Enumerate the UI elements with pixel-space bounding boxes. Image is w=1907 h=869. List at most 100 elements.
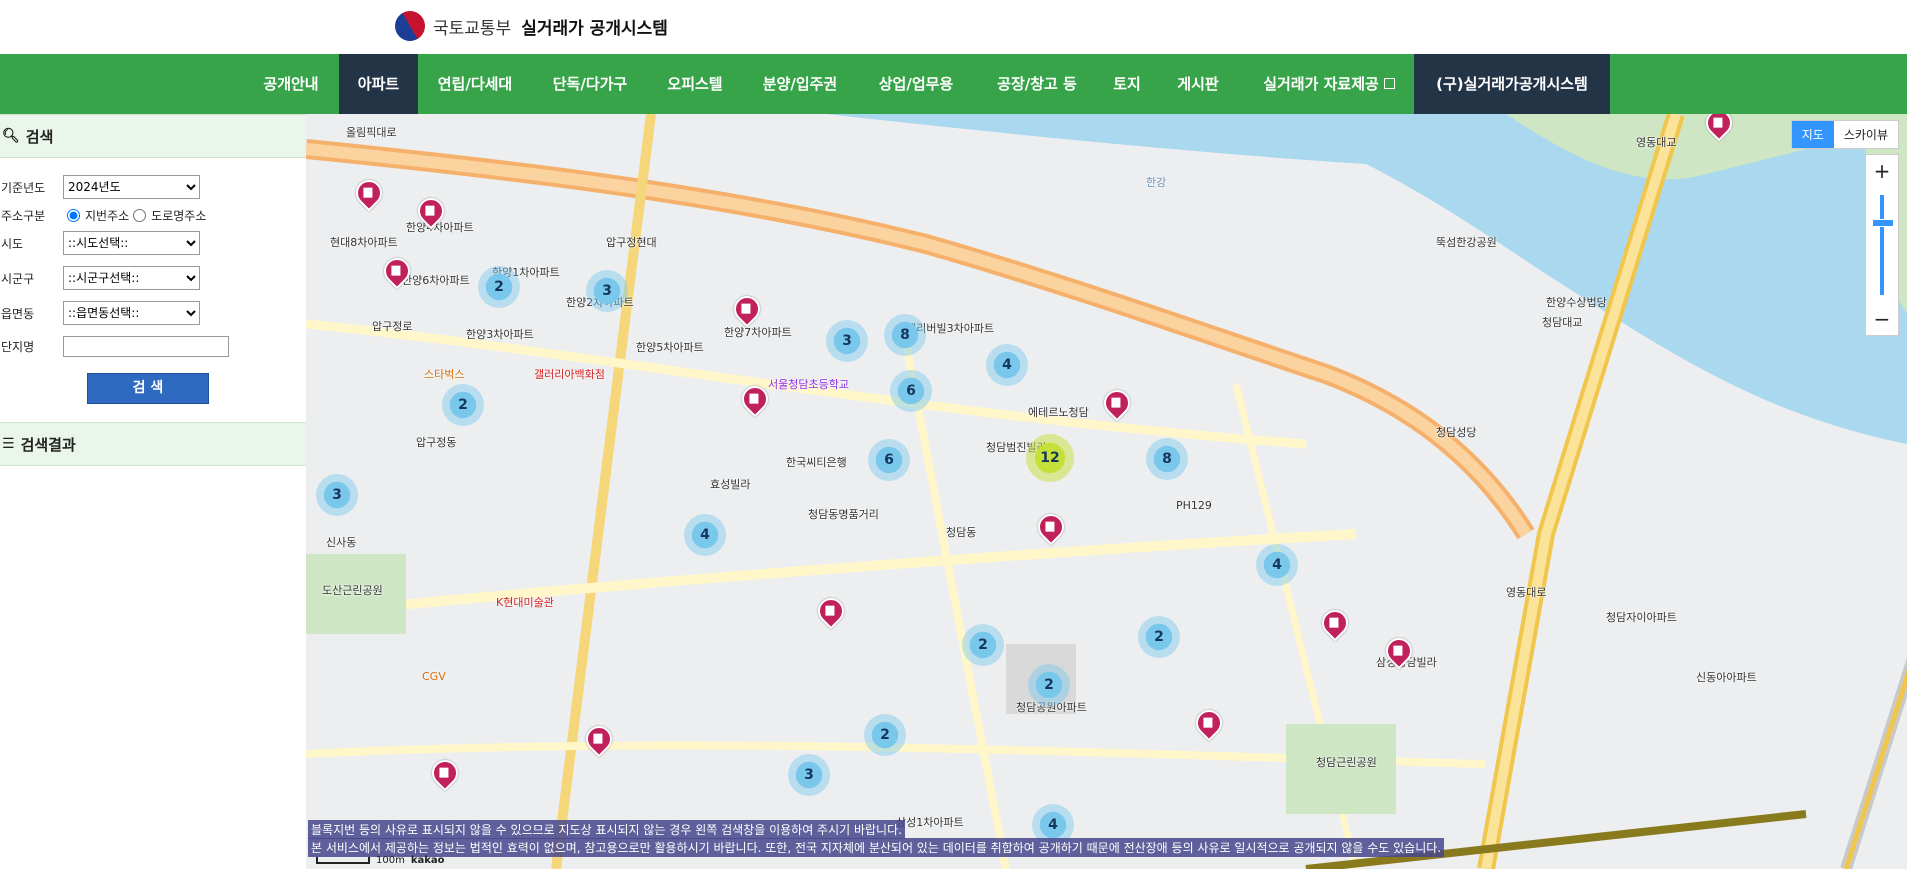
road-label: 올림픽대로 bbox=[346, 126, 397, 139]
dong-label: 읍면동 bbox=[1, 306, 35, 321]
place-label: 현대8차아파트 bbox=[330, 236, 398, 249]
park-label: 청담근린공원 bbox=[1316, 756, 1377, 769]
zoom-track[interactable] bbox=[1880, 195, 1884, 295]
cluster-marker[interactable]: 2 bbox=[1028, 664, 1070, 706]
map-view[interactable]: 올림픽대로 압구정로 압구정현대 현대8차아파트 한양4차아파트 한양6차아파트… bbox=[306, 114, 1907, 869]
search-sidebar: 🔍︎ 검색 기준년도 2024년도 주소구분 지번주소 도로명주소 시도 ::시… bbox=[0, 114, 307, 869]
map-type-toggle: 지도 스카이뷰 bbox=[1790, 120, 1899, 149]
map-notice-disclaimer: 본 서비스에서 제공하는 정보는 법적인 효력이 없으며, 참고용으로만 활용하… bbox=[308, 838, 1445, 857]
nav-item-presale[interactable]: 분양/입주권 bbox=[750, 54, 850, 114]
nav-item-land[interactable]: 토지 bbox=[1104, 54, 1150, 114]
store-label: 갤러리아백화점 bbox=[534, 368, 605, 381]
nav-item-officetel[interactable]: 오피스텔 bbox=[655, 54, 735, 114]
cluster-marker[interactable]: 3 bbox=[586, 270, 628, 312]
nav-item-old-system[interactable]: (구)실거래가공개시스템 bbox=[1414, 54, 1610, 114]
nav-item-house[interactable]: 단독/다가구 bbox=[540, 54, 640, 114]
address-type-label: 주소구분 bbox=[1, 208, 46, 223]
cluster-marker[interactable]: 2 bbox=[962, 624, 1004, 666]
main-nav: 공개안내 아파트 연립/다세대 단독/다가구 오피스텔 분양/입주권 상업/업무… bbox=[0, 54, 1907, 114]
sido-label: 시도 bbox=[1, 236, 24, 251]
address-jibun-option[interactable]: 지번주소 bbox=[63, 207, 129, 224]
dong-select[interactable]: ::읍면동선택:: bbox=[63, 301, 200, 325]
bank-label: 한국씨티은행 bbox=[786, 456, 847, 469]
road-label: 영동대로 bbox=[1506, 586, 1547, 599]
place-label: 신동아아파트 bbox=[1696, 671, 1757, 684]
list-icon: ☰ bbox=[2, 436, 15, 452]
place-label: 한양6차아파트 bbox=[402, 274, 470, 287]
sido-select[interactable]: ::시도선택:: bbox=[63, 231, 200, 255]
cluster-marker[interactable]: 4 bbox=[986, 344, 1028, 386]
cluster-marker[interactable]: 6 bbox=[868, 439, 910, 481]
place-label: 압구정동 bbox=[416, 436, 457, 449]
place-label: 에테르노청담 bbox=[1028, 406, 1089, 419]
address-type-row: 주소구분 지번주소 도로명주소 bbox=[0, 202, 206, 228]
place-label: 한양3차아파트 bbox=[466, 328, 534, 341]
sigungu-row: 시군구 ::시군구선택:: bbox=[0, 265, 200, 291]
cluster-marker[interactable]: 2 bbox=[1138, 616, 1180, 658]
jibun-radio[interactable] bbox=[67, 208, 80, 222]
place-label: 한양4차아파트 bbox=[406, 221, 474, 234]
nav-item-commercial[interactable]: 상업/업무용 bbox=[866, 54, 966, 114]
place-label: PH129 bbox=[1176, 499, 1212, 512]
river-label: 한강 bbox=[1146, 176, 1167, 189]
map-type-skyview[interactable]: 스카이뷰 bbox=[1834, 121, 1898, 148]
map-base bbox=[306, 114, 1907, 869]
zoom-out-button[interactable]: − bbox=[1866, 303, 1898, 335]
place-label: 압구정현대 bbox=[606, 236, 657, 249]
complex-label: 단지명 bbox=[1, 339, 35, 354]
bridge-label: 청담대교 bbox=[1542, 316, 1583, 329]
cluster-marker[interactable]: 6 bbox=[890, 370, 932, 412]
search-button[interactable]: 검 색 bbox=[87, 373, 209, 404]
cluster-marker-large[interactable]: 12 bbox=[1026, 434, 1074, 482]
zoom-slider-handle[interactable] bbox=[1872, 219, 1894, 227]
nav-item-data[interactable]: 실거래가 자료제공 bbox=[1244, 54, 1414, 114]
place-label: 삼성1차아파트 bbox=[896, 816, 964, 829]
results-title: 검색결과 bbox=[20, 435, 76, 454]
nav-item-board[interactable]: 게시판 bbox=[1165, 54, 1231, 114]
sido-row: 시도 ::시도선택:: bbox=[0, 230, 200, 256]
zoom-in-button[interactable]: + bbox=[1866, 155, 1898, 187]
year-label: 기준년도 bbox=[1, 180, 46, 195]
sigungu-label: 시군구 bbox=[1, 271, 35, 286]
year-row: 기준년도 2024년도 bbox=[0, 174, 200, 200]
sigungu-select[interactable]: ::시군구선택:: bbox=[63, 266, 200, 290]
place-label: 신사동 bbox=[326, 536, 357, 549]
site-header: 국토교통부 실거래가 공개시스템 bbox=[0, 0, 1907, 54]
place-label: 청담자이아파트 bbox=[1606, 611, 1677, 624]
scale-bar bbox=[316, 857, 370, 864]
jibun-label: 지번주소 bbox=[85, 208, 130, 223]
complex-row: 단지명 bbox=[0, 333, 229, 359]
place-label: 청담동 bbox=[946, 526, 977, 539]
road-radio[interactable] bbox=[133, 208, 147, 222]
cluster-marker[interactable]: 3 bbox=[788, 754, 830, 796]
museum-label: K현대미술관 bbox=[496, 596, 554, 609]
logo[interactable]: 국토교통부 실거래가 공개시스템 bbox=[389, 5, 668, 47]
cluster-marker[interactable]: 4 bbox=[1256, 544, 1298, 586]
scale-label: 100m bbox=[376, 855, 405, 866]
cluster-marker[interactable]: 8 bbox=[1146, 438, 1188, 480]
cafe-label: 스타벅스 bbox=[424, 368, 465, 381]
school-label: 서울청담초등학교 bbox=[768, 378, 849, 391]
cluster-marker[interactable]: 4 bbox=[684, 514, 726, 556]
cluster-marker[interactable]: 3 bbox=[316, 474, 358, 516]
search-section-header: 🔍︎ 검색 bbox=[0, 114, 306, 158]
map-notice-blocklot: 블록지번 등의 사유로 표시되지 않을 수 있으므로 지도상 표시되지 않는 경… bbox=[308, 820, 905, 839]
park-label: 도산근린공원 bbox=[322, 584, 383, 597]
place-label: 한양7차아파트 bbox=[724, 326, 792, 339]
nav-item-villa[interactable]: 연립/다세대 bbox=[425, 54, 525, 114]
dong-row: 읍면동 ::읍면동선택:: bbox=[0, 300, 200, 326]
cluster-marker[interactable]: 3 bbox=[826, 320, 868, 362]
cluster-marker[interactable]: 2 bbox=[442, 384, 484, 426]
cluster-marker[interactable]: 8 bbox=[884, 314, 926, 356]
complex-name-input[interactable] bbox=[63, 335, 229, 357]
nav-item-guide[interactable]: 공개안내 bbox=[248, 54, 334, 114]
map-type-map[interactable]: 지도 bbox=[1791, 121, 1834, 148]
search-icon: 🔍︎ bbox=[2, 128, 20, 144]
place-label: 청담성당 bbox=[1436, 426, 1477, 439]
cluster-marker[interactable]: 2 bbox=[864, 714, 906, 756]
year-select[interactable]: 2024년도 bbox=[63, 175, 200, 199]
nav-item-factory[interactable]: 공장/창고 등 bbox=[982, 54, 1092, 114]
nav-item-apartment[interactable]: 아파트 bbox=[339, 54, 418, 114]
cluster-marker[interactable]: 2 bbox=[478, 266, 520, 308]
address-road-option[interactable]: 도로명주소 bbox=[129, 207, 206, 224]
